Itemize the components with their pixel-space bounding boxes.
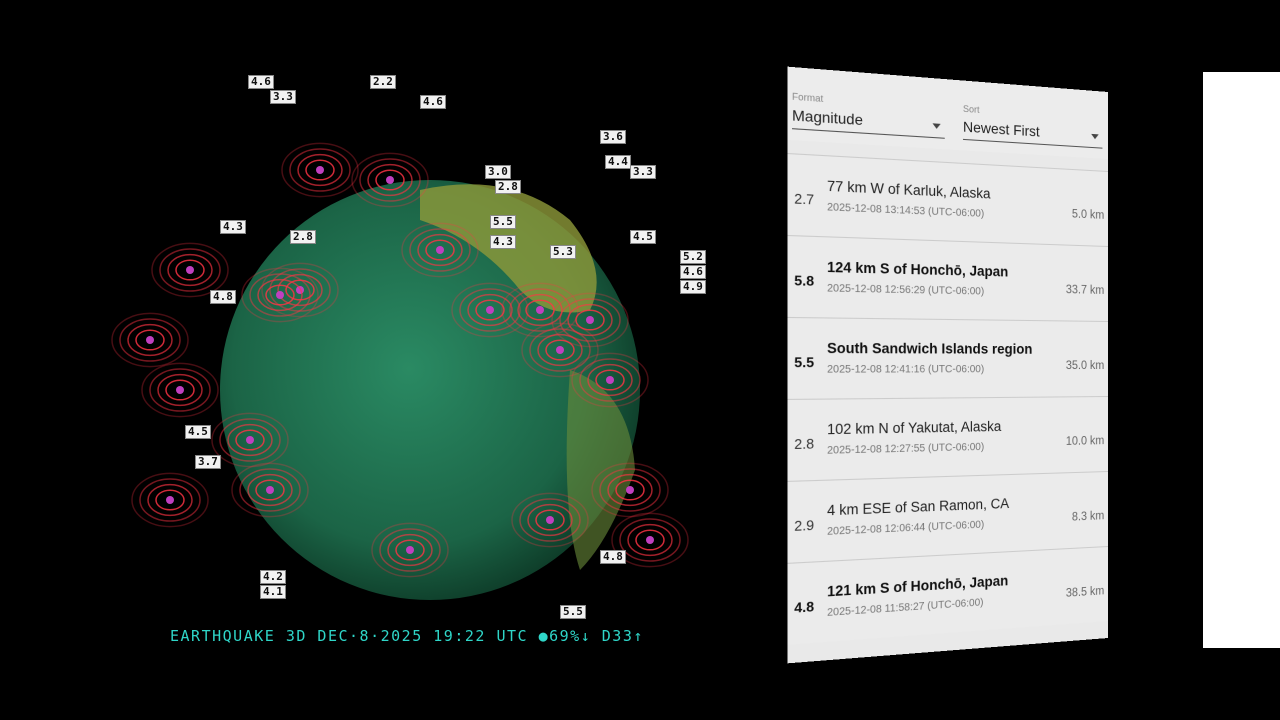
status-bar: EARTHQUAKE 3D DEC·8·2025 19:22 UTC ●69%↓… [170, 627, 644, 645]
quake-epicenter[interactable] [166, 496, 174, 504]
magnitude-label: 5.5 [490, 215, 516, 229]
chevron-down-icon [1091, 133, 1099, 140]
depth: 5.0 km [1071, 208, 1105, 222]
magnitude-label: 5.5 [560, 605, 586, 619]
quake-epicenter[interactable] [146, 336, 154, 344]
magnitude: 5.5 [794, 354, 815, 371]
place-name: 121 km S of Honchō, Japan [827, 572, 1009, 600]
place-name: 102 km N of Yakutat, Alaska [827, 418, 1002, 438]
quake-epicenter[interactable] [586, 316, 594, 324]
place-name: South Sandwich Islands region [827, 340, 1033, 357]
side-panel-edge [1203, 72, 1280, 648]
earthquake-list-item[interactable]: 2.7 77 km W of Karluk, Alaska 2025-12-08 1… [787, 152, 1108, 246]
magnitude-label: 4.6 [680, 265, 706, 279]
quake-epicenter[interactable] [606, 376, 614, 384]
depth: 35.0 km [1065, 359, 1105, 373]
magnitude-label: 3.0 [485, 165, 511, 179]
magnitude-label: 4.3 [490, 235, 516, 249]
magnitude-label: 4.8 [600, 550, 626, 564]
earthquake-list-item[interactable]: 4.8 121 km S of Honchō, Japan 2025-12-08 1… [787, 546, 1108, 645]
format-select[interactable]: Format Magnitude [792, 91, 945, 139]
earthquake-list-item[interactable]: 5.8 124 km S of Honchō, Japan 2025-12-08 1… [787, 234, 1108, 321]
quake-epicenter[interactable] [186, 266, 194, 274]
earthquake-list: 2.7 77 km W of Karluk, Alaska 2025-12-08 1… [787, 152, 1108, 645]
event-time: 2025-12-08 12:06:44 (UTC-06:00) [827, 519, 985, 539]
magnitude: 4.8 [794, 598, 815, 616]
magnitude: 2.7 [794, 190, 815, 208]
place-name: 4 km ESE of San Ramon, CA [827, 495, 1010, 519]
quake-epicenter[interactable] [176, 386, 184, 394]
quake-epicenter[interactable] [246, 436, 254, 444]
quake-epicenter[interactable] [436, 246, 444, 254]
quake-epicenter[interactable] [626, 486, 634, 494]
earthquake-list-item[interactable]: 2.8 102 km N of Yakutat, Alaska 2025-12-08… [787, 396, 1108, 481]
magnitude: 2.8 [794, 435, 815, 453]
magnitude-label: 4.1 [260, 585, 286, 599]
magnitude-label: 2.8 [290, 230, 316, 244]
magnitude-label: 3.3 [270, 90, 296, 104]
magnitude-label: 4.4 [605, 155, 631, 169]
depth: 38.5 km [1065, 585, 1105, 600]
quake-epicenter[interactable] [386, 176, 394, 184]
magnitude-label: 4.3 [220, 220, 246, 234]
magnitude-label: 2.8 [495, 180, 521, 194]
magnitude-label: 2.2 [370, 75, 396, 89]
magnitude-label: 5.3 [550, 245, 576, 259]
quake-epicenter[interactable] [266, 486, 274, 494]
magnitude-label: 4.6 [420, 95, 446, 109]
chevron-down-icon [932, 123, 941, 130]
place-name: 124 km S of Honchō, Japan [827, 259, 1009, 280]
magnitude-label: 4.6 [248, 75, 274, 89]
earthquake-globe-view[interactable]: 4.6 2.2 3.3 4.6 3.6 4.4 3.0 2.8 5.5 4.3 2.8 5.3 3.3 4… [90, 70, 710, 650]
magnitude-label: 4.5 [630, 230, 656, 244]
quake-epicenter[interactable] [406, 546, 414, 554]
magnitude-label: 4.5 [185, 425, 211, 439]
quake-epicenter[interactable] [276, 291, 284, 299]
magnitude-label: 3.3 [630, 165, 656, 179]
magnitude-label: 5.2 [680, 250, 706, 264]
depth: 33.7 km [1065, 284, 1105, 297]
earthquake-list-panel: Format Magnitude Sort Newest First 2.7 77… [787, 66, 1108, 664]
event-time: 2025-12-08 12:56:29 (UTC-06:00) [827, 282, 985, 298]
event-time: 2025-12-08 12:41:16 (UTC-06:00) [827, 363, 985, 376]
quake-epicenter[interactable] [556, 346, 564, 354]
earthquake-list-item[interactable]: 5.5 South Sandwich Islands region 2025-12-… [787, 316, 1108, 399]
event-time: 2025-12-08 11:58:27 (UTC-06:00) [827, 597, 984, 620]
quake-epicenter[interactable] [536, 306, 544, 314]
event-time: 2025-12-08 12:27:55 (UTC-06:00) [827, 441, 985, 457]
magnitude: 2.9 [794, 516, 815, 535]
sort-select[interactable]: Sort Newest First [962, 103, 1103, 149]
quake-epicenter[interactable] [486, 306, 494, 314]
quake-epicenter[interactable] [646, 536, 654, 544]
magnitude-label: 4.9 [680, 280, 706, 294]
depth: 10.0 km [1065, 435, 1105, 449]
magnitude-label: 3.7 [195, 455, 221, 469]
magnitude: 5.8 [794, 272, 815, 290]
place-name: 77 km W of Karluk, Alaska [827, 177, 991, 202]
magnitude-label: 4.2 [260, 570, 286, 584]
magnitude-label: 4.8 [210, 290, 236, 304]
quake-epicenter[interactable] [546, 516, 554, 524]
magnitude-label: 3.6 [600, 130, 626, 144]
quake-epicenter[interactable] [316, 166, 324, 174]
depth: 8.3 km [1071, 510, 1105, 524]
event-time: 2025-12-08 13:14:53 (UTC-06:00) [827, 201, 985, 220]
